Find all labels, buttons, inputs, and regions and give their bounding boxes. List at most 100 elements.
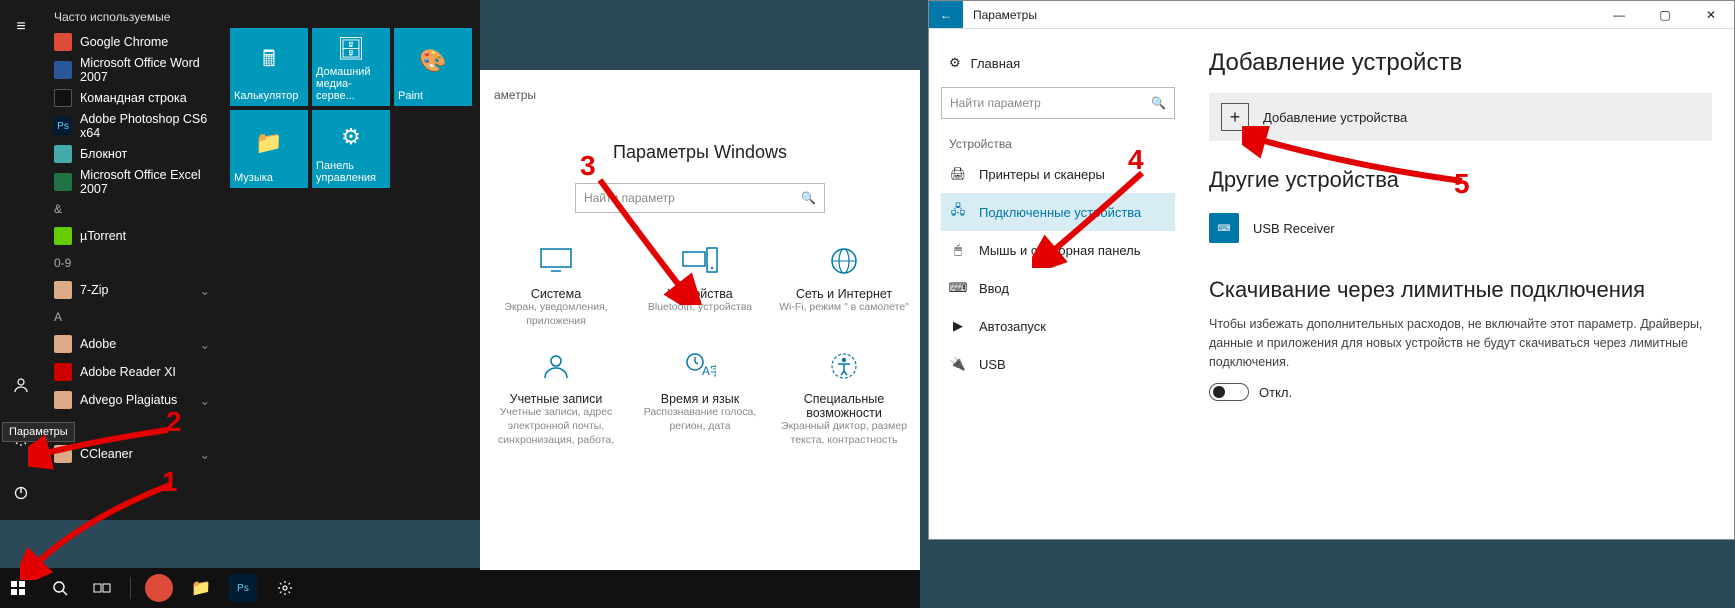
sidebar-item-autoplay[interactable]: ▶Автозапуск [941,307,1175,345]
category-accounts[interactable]: Учетные записиУчетные записи, адрес элек… [486,346,626,447]
app-row[interactable]: Google Chrome [46,28,218,56]
taskbar-app-explorer[interactable]: 📁 [187,574,215,602]
category-name: Учетные записи [486,392,626,406]
metered-note: Чтобы избежать дополнительных расходов, … [1209,315,1712,371]
app-row[interactable]: Advego Plagiatus ⌄ [46,386,218,414]
taskbar-app-chrome[interactable] [145,574,173,602]
category-desc: Экран, уведомления, приложения [486,301,626,328]
app-row[interactable]: Блокнот [46,140,218,168]
mouse-icon: 🖱 [949,241,967,259]
app-label: Adobe Photoshop CS6 x64 [80,112,210,140]
settings-sidebar: ⚙Главная Найти параметр🔍 Устройства 🖨При… [929,29,1187,539]
sidebar-item-input[interactable]: ⌨Ввод [941,269,1175,307]
window-title: Параметры [963,8,1037,22]
app-row[interactable]: µTorrent [46,222,218,250]
chevron-down-icon: ⌄ [200,283,210,298]
hamburger-icon[interactable]: ≡ [0,6,42,48]
sidebar-item-printers[interactable]: 🖨Принтеры и сканеры [941,155,1175,193]
tile-control-panel[interactable]: ⚙Панель управления [312,110,390,188]
sidebar-item-mouse[interactable]: 🖱Мышь и сенсорная панель [941,231,1175,269]
section-heading: Скачивание через лимитные подключения [1209,277,1712,303]
tile-label: Домашний медиа-серве... [316,66,386,102]
tile-media-server[interactable]: 🗄Домашний медиа-серве... [312,28,390,106]
app-label: CCleaner [80,447,133,461]
settings-devices-window: ← Параметры — ▢ ✕ ⚙ Главная Найти парамет… [928,0,1735,540]
user-icon [534,346,578,386]
app-label: Microsoft Office Excel 2007 [80,168,210,196]
time-language-icon: A字 [678,346,722,386]
taskview-icon[interactable] [88,574,116,602]
metered-toggle[interactable]: Откл. [1209,383,1712,401]
app-label: Командная строка [80,91,187,105]
app-row[interactable]: 7-Zip ⌄ [46,276,218,304]
app-row[interactable]: Microsoft Office Word 2007 [46,56,218,84]
add-device-button[interactable]: + Добавление устройства [1209,93,1712,141]
alpha-header[interactable]: 0-9 [46,250,218,276]
apps-list: Часто используемые Google Chrome Microso… [42,0,222,520]
maximize-button[interactable]: ▢ [1642,1,1688,29]
search-input[interactable]: Найти параметр🔍 [941,87,1175,119]
alpha-header[interactable]: A [46,304,218,330]
add-device-label: Добавление устройства [1263,110,1407,125]
app-label: 7-Zip [80,283,108,297]
sidebar-item-label: Ввод [979,281,1009,296]
app-row[interactable]: Командная строка [46,84,218,112]
category-network[interactable]: Сеть и ИнтернетWi-Fi, режим " в самолете… [774,241,914,328]
start-button[interactable] [4,574,32,602]
app-row[interactable]: Adobe Reader XI [46,358,218,386]
tile-label: Paint [398,90,468,102]
app-row[interactable]: Adobe⌄ [46,330,218,358]
category-desc: Экранный диктор, размер текста, контраст… [774,420,914,447]
section-heading: Другие устройства [1209,167,1712,193]
sidebar-item-usb[interactable]: 🔌USB [941,345,1175,383]
tile-calculator[interactable]: 🖩Калькулятор [230,28,308,106]
app-row[interactable]: Microsoft Office Excel 2007 [46,168,218,196]
tile-paint[interactable]: 🎨Paint [394,28,472,106]
category-time-language[interactable]: A字Время и языкРаспознавание голоса, реги… [630,346,770,447]
breadcrumb-fragment: аметры [480,70,920,106]
sidebar-item-label: Главная [971,56,1020,71]
power-icon[interactable] [0,472,42,514]
gear-icon: ⚙ [949,55,961,71]
category-system[interactable]: СистемаЭкран, уведомления, приложения [486,241,626,328]
app-label: Microsoft Office Word 2007 [80,56,210,84]
search-input[interactable]: Найти параметр 🔍 [575,183,825,213]
close-button[interactable]: ✕ [1688,1,1734,29]
tile-music[interactable]: 📁Музыка [230,110,308,188]
minimize-button[interactable]: — [1596,1,1642,29]
taskbar-settings-icon[interactable] [271,574,299,602]
category-name: Система [486,287,626,301]
monitor-icon [534,241,578,281]
home-link[interactable]: ⚙ Главная [941,49,1175,77]
calculator-icon: 🖩 [234,32,304,90]
app-label: Advego Plagiatus [80,393,177,407]
control-panel-icon: ⚙ [316,114,386,160]
autoplay-icon: ▶ [949,317,967,335]
app-row[interactable]: CCleaner⌄ [46,440,218,468]
settings-main: Добавление устройств + Добавление устрой… [1187,29,1734,539]
toggle-switch-off[interactable] [1209,383,1249,401]
device-row[interactable]: ⌨ USB Receiver [1209,205,1712,251]
sidebar-item-connected-devices[interactable]: 🖧Подключенные устройства [941,193,1175,231]
user-icon[interactable] [0,364,42,406]
back-button[interactable]: ← [929,1,963,28]
category-devices[interactable]: УстройстваBluetooth, устройства [630,241,770,328]
settings-home-window: аметры Параметры Windows Найти параметр … [480,70,920,570]
app-row[interactable]: PsAdobe Photoshop CS6 x64 [46,112,218,140]
app-label: Adobe [80,337,116,351]
toggle-label: Откл. [1259,385,1292,400]
category-accessibility[interactable]: Специальные возможностиЭкранный диктор, … [774,346,914,447]
alpha-header[interactable]: & [46,196,218,222]
device-label: USB Receiver [1253,221,1335,236]
page-title: Параметры Windows [480,142,920,163]
chevron-down-icon: ⌄ [200,393,210,408]
search-taskbar-icon[interactable] [46,574,74,602]
app-label: µTorrent [80,229,126,243]
tiles-grid: 🖩Калькулятор 🗄Домашний медиа-серве... 🎨P… [222,0,480,520]
server-icon: 🗄 [316,32,386,66]
section-heading: Добавление устройств [1209,49,1712,77]
search-icon: 🔍 [1151,96,1166,110]
taskbar-app-photoshop[interactable]: Ps [229,574,257,602]
app-label: Блокнот [80,147,127,161]
tile-label: Музыка [234,172,304,184]
